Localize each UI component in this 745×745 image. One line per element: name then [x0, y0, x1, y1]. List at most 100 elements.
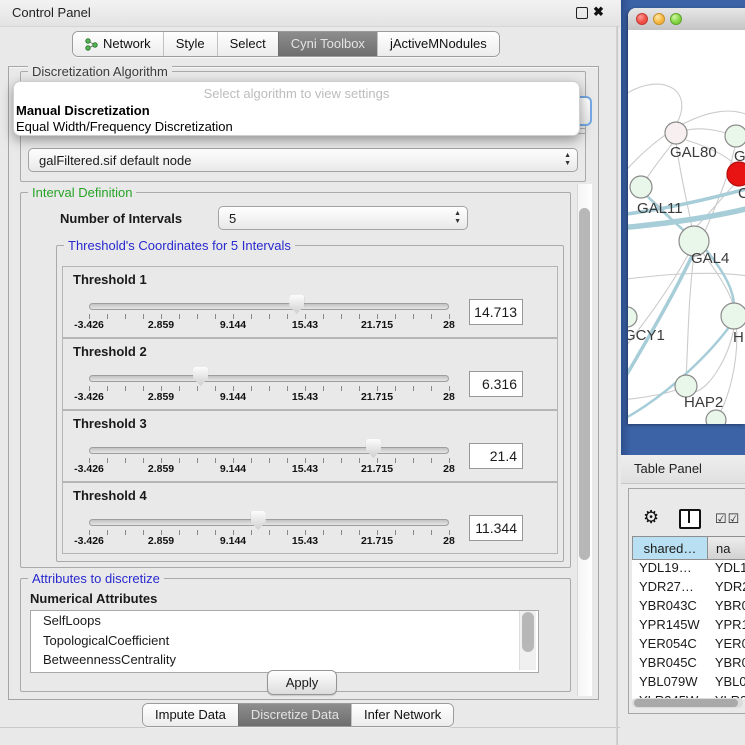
table-cell[interactable]: YBR045C	[632, 655, 709, 674]
zoom-traffic-light-icon[interactable]	[670, 13, 682, 25]
tab-network[interactable]: Network	[73, 32, 163, 56]
numerical-attributes-list[interactable]: SelfLoops TopologicalCoefficient Between…	[30, 610, 539, 673]
column-header-shared-name[interactable]: shared…	[632, 536, 708, 560]
close-icon[interactable]: ✖	[593, 4, 604, 20]
slider-ticks	[89, 458, 450, 463]
table-body: YDL19…YDL1 YDR27…YDR2 YBR043CYBR0 YPR145…	[632, 560, 745, 699]
scrollbar-thumb[interactable]	[522, 612, 534, 652]
tab-label: Discretize Data	[251, 704, 339, 726]
table-row[interactable]: YDR27…YDR2	[632, 579, 745, 598]
table-cell[interactable]: YBL0	[709, 674, 745, 693]
table-row[interactable]: YBR045CYBR0	[632, 655, 745, 674]
network-node[interactable]	[725, 125, 745, 147]
table-cell[interactable]: YDL19…	[632, 560, 709, 579]
threshold-label: Threshold 1	[73, 272, 147, 287]
gear-icon[interactable]: ⚙	[643, 507, 659, 528]
threshold-value-input[interactable]: 11.344	[469, 515, 523, 541]
network-node[interactable]	[721, 303, 745, 329]
panel-vertical-scrollbar[interactable]	[577, 184, 592, 696]
network-node[interactable]	[706, 410, 726, 424]
table-cell[interactable]: YBR0	[709, 598, 745, 617]
combobox-value: 5	[229, 211, 236, 226]
slider-thumb[interactable]	[193, 367, 208, 386]
node-label-clipped-g: GA	[734, 148, 745, 165]
list-vertical-scrollbar[interactable]	[519, 611, 536, 670]
tab-select[interactable]: Select	[217, 32, 278, 56]
network-canvas[interactable]: GAL80 GA C GAL11 GAL4 GCY1 H HAP2	[628, 30, 745, 424]
dropdown-item-equal-width[interactable]: Equal Width/Frequency Discretization	[16, 119, 233, 134]
threshold-4-panel: Threshold 4 -3.426 2.859 9.144 15.43 21.…	[62, 482, 558, 554]
list-item[interactable]: BetweennessCentrality	[31, 650, 538, 670]
table-row[interactable]: YDL19…YDL1	[632, 560, 745, 579]
slider-track[interactable]	[89, 447, 449, 454]
table-row[interactable]: YPR145WYPR1	[632, 617, 745, 636]
slider-thumb[interactable]	[289, 295, 304, 314]
tick-label: 15.43	[292, 463, 318, 475]
tab-cyni-toolbox[interactable]: Cyni Toolbox	[278, 32, 377, 56]
scrollbar-thumb[interactable]	[634, 699, 738, 707]
network-node[interactable]	[630, 176, 652, 198]
tab-label: Network	[103, 32, 151, 56]
slider-thumb[interactable]	[366, 439, 381, 458]
table-cell[interactable]: YPR145W	[632, 617, 709, 636]
table-cell[interactable]: YDR27…	[632, 579, 709, 598]
table-cell[interactable]: YER054C	[632, 636, 709, 655]
table-data-combobox[interactable]: galFiltered.sif default node ▲▼	[28, 148, 578, 172]
tick-label: 2.859	[148, 463, 174, 475]
network-node[interactable]	[628, 307, 637, 327]
table-cell[interactable]: YPR1	[709, 617, 745, 636]
panel-title: Control Panel	[12, 5, 91, 20]
tick-label: 21.715	[361, 391, 393, 403]
columns-icon[interactable]	[679, 509, 701, 529]
tab-discretize-data[interactable]: Discretize Data	[238, 704, 351, 726]
threshold-value-input[interactable]: 21.4	[469, 443, 523, 469]
select-columns-icon[interactable]: ☑☑	[715, 511, 740, 527]
tab-infer-network[interactable]: Infer Network	[351, 704, 453, 726]
dropdown-placeholder: Select algorithm to view settings	[14, 86, 579, 101]
network-window[interactable]: GAL80 GA C GAL11 GAL4 GCY1 H HAP2	[628, 8, 745, 424]
table-cell[interactable]: YER0	[709, 636, 745, 655]
scrollbar-thumb[interactable]	[579, 208, 590, 560]
slider-track[interactable]	[89, 375, 449, 382]
slider-track[interactable]	[89, 303, 449, 310]
table-cell[interactable]: YDL1	[709, 560, 745, 579]
float-window-icon[interactable]	[576, 7, 588, 19]
table-cell[interactable]: YBR0	[709, 655, 745, 674]
slider-thumb[interactable]	[251, 511, 266, 530]
threshold-value-input[interactable]: 6.316	[469, 371, 523, 397]
minimize-traffic-light-icon[interactable]	[653, 13, 665, 25]
network-node-selected[interactable]	[727, 162, 745, 186]
network-window-titlebar[interactable]	[628, 8, 745, 31]
panel-right-divider[interactable]	[616, 26, 618, 745]
table-cell[interactable]: YDR2	[709, 579, 745, 598]
network-nodes	[628, 122, 745, 424]
table-cell[interactable]: YBR043C	[632, 598, 709, 617]
close-traffic-light-icon[interactable]	[636, 13, 648, 25]
table-row[interactable]: YBR043CYBR0	[632, 598, 745, 617]
num-intervals-combobox[interactable]: 5 ▲▼	[218, 206, 468, 230]
threshold-value-input[interactable]: 14.713	[469, 299, 523, 325]
tab-style[interactable]: Style	[163, 32, 217, 56]
list-item[interactable]: SelfLoops	[31, 611, 538, 631]
slider-track[interactable]	[89, 519, 449, 526]
tab-impute-data[interactable]: Impute Data	[143, 704, 238, 726]
bottom-tab-bar: Impute Data Discretize Data Infer Networ…	[142, 703, 454, 727]
table-horizontal-scrollbar[interactable]	[632, 698, 743, 708]
network-node[interactable]	[665, 122, 687, 144]
column-header-name[interactable]: na	[708, 536, 745, 560]
apply-button[interactable]: Apply	[267, 670, 337, 695]
table-row[interactable]: YBL079WYBL0	[632, 674, 745, 693]
tab-label: jActiveMNodules	[390, 32, 487, 56]
tick-label: 28	[443, 535, 455, 547]
stepper-arrows-icon: ▲▼	[564, 152, 571, 168]
table-row[interactable]: YER054CYER0	[632, 636, 745, 655]
list-item[interactable]: TopologicalCoefficient	[31, 631, 538, 651]
tab-jactivemodules[interactable]: jActiveMNodules	[377, 32, 499, 56]
dropdown-item-manual[interactable]: Manual Discretization	[16, 103, 150, 118]
table-panel-titlebar: Table Panel	[621, 455, 745, 484]
combobox-value: galFiltered.sif default node	[39, 153, 191, 168]
table-cell[interactable]: YBL079W	[632, 674, 709, 693]
node-label-clipped-h: H	[733, 329, 744, 346]
group-title: Threshold's Coordinates for 5 Intervals	[64, 238, 295, 253]
threshold-label: Threshold 3	[73, 416, 147, 431]
